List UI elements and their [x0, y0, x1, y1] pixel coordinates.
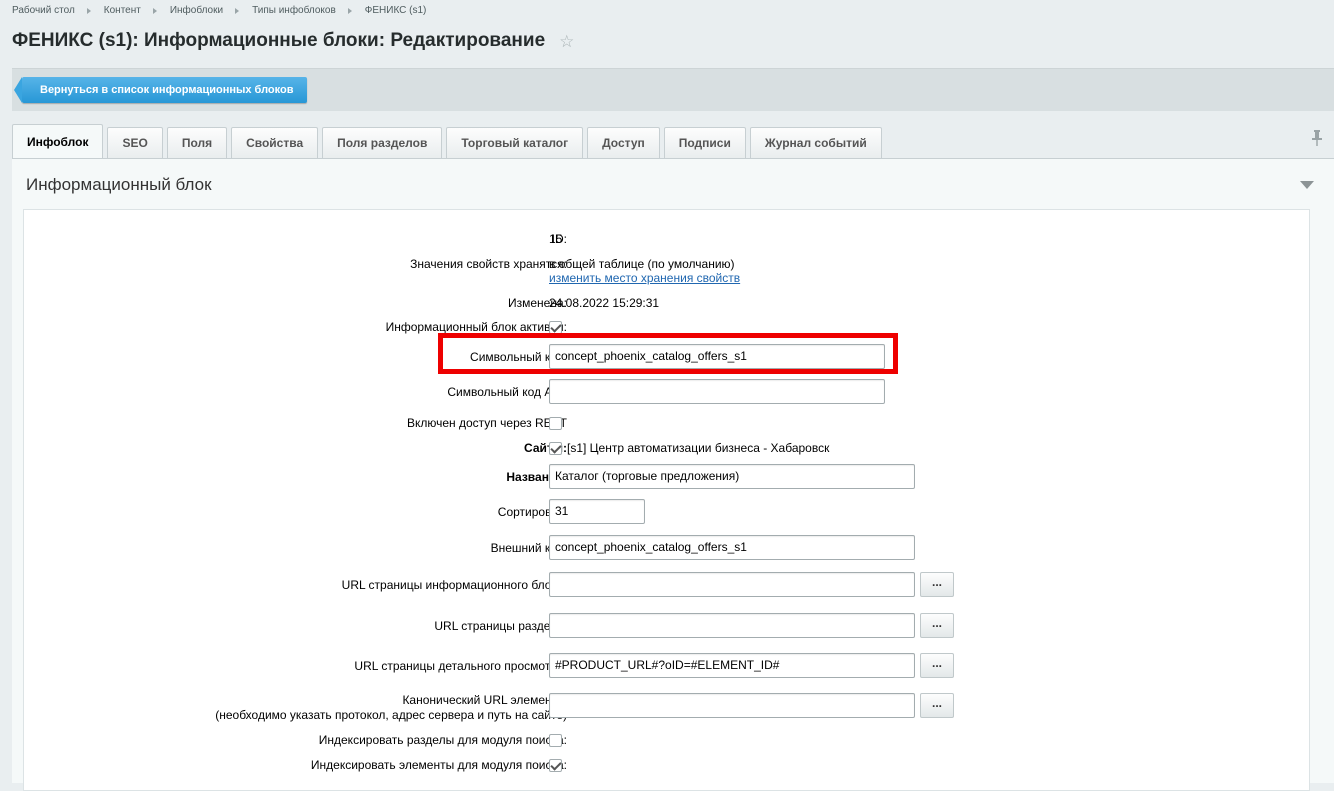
- breadcrumb-separator-icon: [347, 7, 352, 14]
- tab-properties[interactable]: Свойства: [231, 127, 319, 158]
- page-title-row: ФЕНИКС (s1): Информационные блоки: Редак…: [12, 30, 574, 52]
- tab-section-fields[interactable]: Поля разделов: [322, 127, 443, 158]
- pin-icon[interactable]: [1312, 130, 1322, 146]
- page-title: ФЕНИКС (s1): Информационные блоки: Редак…: [12, 30, 546, 51]
- site-s1-checkbox[interactable]: [549, 442, 562, 455]
- api-code-input[interactable]: [549, 379, 885, 404]
- site-s1-label: [s1] Центр автоматизации бизнеса - Хабар…: [567, 441, 830, 455]
- change-storage-link[interactable]: изменить место хранения свойств: [549, 271, 740, 285]
- changed-value: 24.08.2022 15:29:31: [549, 296, 660, 310]
- canonical-url-input[interactable]: [549, 693, 915, 718]
- tab-seo[interactable]: SEO: [107, 127, 163, 158]
- tab-event-log[interactable]: Журнал событий: [749, 127, 882, 158]
- tab-access[interactable]: Доступ: [587, 127, 660, 158]
- index-elements-label: Индексировать элементы для модуля поиска…: [310, 758, 567, 772]
- list-url-label: URL страницы информационного блока:: [341, 578, 567, 592]
- highlight-frame: [438, 333, 898, 374]
- breadcrumb-item-content[interactable]: Контент: [104, 5, 141, 16]
- collapse-arrow-icon[interactable]: [1300, 181, 1314, 189]
- section-url-label: URL страницы раздела:: [434, 619, 567, 633]
- breadcrumb-separator-icon: [235, 7, 240, 14]
- tab-fields[interactable]: Поля: [166, 127, 228, 158]
- breadcrumb: Рабочий стол Контент Инфоблоки Типы инфо…: [12, 5, 426, 16]
- list-url-input[interactable]: [549, 572, 915, 597]
- index-elements-checkbox[interactable]: [549, 759, 562, 772]
- detail-url-browse-button[interactable]: ...: [920, 653, 954, 678]
- index-sections-checkbox[interactable]: [549, 734, 562, 747]
- storage-label: Значения свойств хранятся:: [410, 257, 567, 271]
- toolbar: Вернуться в список информационных блоков: [12, 68, 1334, 111]
- star-icon[interactable]: ☆: [559, 33, 574, 50]
- index-sections-label: Индексировать разделы для модуля поиска:: [318, 733, 567, 747]
- canonical-url-browse-button[interactable]: ...: [920, 693, 954, 718]
- canonical-url-label: Канонический URL элемента:: [402, 693, 567, 707]
- back-to-list-button[interactable]: Вернуться в список информационных блоков: [13, 77, 308, 103]
- breadcrumb-item-desktop[interactable]: Рабочий стол: [12, 5, 75, 16]
- section-title: Информационный блок: [26, 175, 212, 194]
- name-input[interactable]: Каталог (торговые предложения): [549, 464, 915, 489]
- breadcrumb-item-iblocks[interactable]: Инфоблоки: [170, 5, 223, 16]
- tab-panel: Информационный блок ID: 15 Значения свой…: [12, 158, 1334, 791]
- detail-url-label: URL страницы детального просмотра:: [354, 659, 567, 673]
- tab-captions[interactable]: Подписи: [663, 127, 746, 158]
- sort-input[interactable]: 31: [549, 499, 645, 524]
- tab-iblock[interactable]: Инфоблок: [12, 124, 104, 158]
- tab-bar: Инфоблок SEO Поля Свойства Поля разделов…: [12, 124, 886, 158]
- section-url-input[interactable]: [549, 613, 915, 638]
- active-label: Информационный блок активен:: [385, 320, 567, 334]
- form-box: ID: 15 Значения свойств хранятся: в обще…: [23, 209, 1310, 791]
- breadcrumb-item-phoenix[interactable]: ФЕНИКС (s1): [365, 5, 427, 16]
- detail-url-input[interactable]: #PRODUCT_URL#?oID=#ELEMENT_ID#: [549, 653, 915, 678]
- rest-label: Включен доступ через REST: [406, 416, 567, 430]
- list-url-browse-button[interactable]: ...: [920, 572, 954, 597]
- canonical-url-hint: (необходимо указать протокол, адрес серв…: [215, 708, 567, 722]
- storage-value: в общей таблице (по умолчанию): [549, 257, 735, 271]
- xml-id-input[interactable]: concept_phoenix_catalog_offers_s1: [549, 535, 915, 560]
- section-url-browse-button[interactable]: ...: [920, 613, 954, 638]
- id-value: 15: [549, 232, 563, 246]
- breadcrumb-item-iblock-types[interactable]: Типы инфоблоков: [252, 5, 336, 16]
- rest-checkbox[interactable]: [549, 417, 562, 430]
- breadcrumb-separator-icon: [86, 7, 91, 14]
- breadcrumb-separator-icon: [152, 7, 157, 14]
- tab-catalog[interactable]: Торговый каталог: [446, 127, 584, 158]
